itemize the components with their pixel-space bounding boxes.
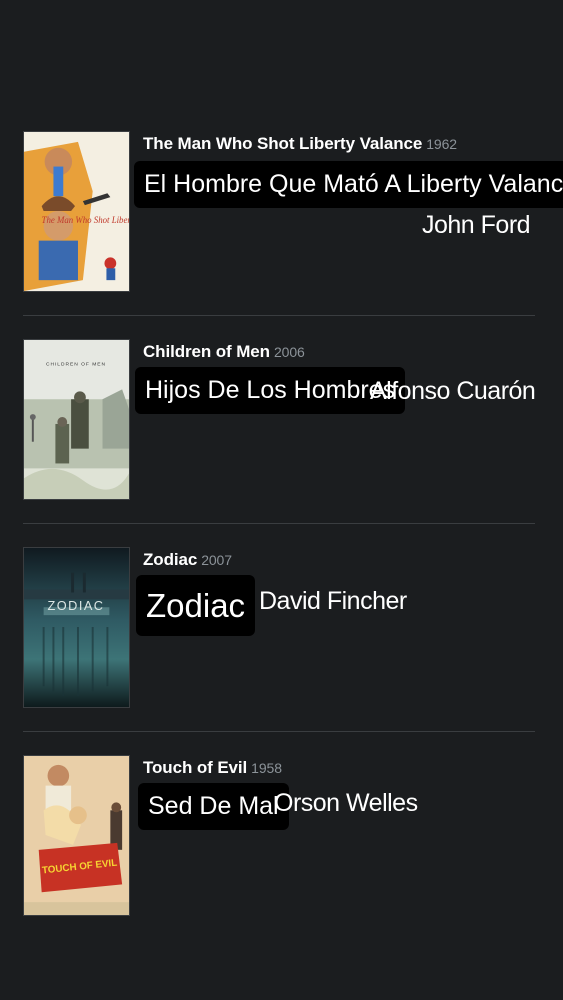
spanish-title-tag: Sed De Mal: [138, 783, 289, 830]
spanish-title-tag: Zodiac: [136, 575, 256, 636]
film-title: Zodiac 2007: [143, 550, 232, 570]
director-name: Alfonso Cuarón: [370, 377, 536, 405]
divider: [23, 315, 535, 316]
film-english-title: Zodiac: [143, 550, 198, 569]
poster-title-text: The Man Who Shot Liberty Valance: [42, 215, 129, 225]
poster-title-text: CHILDREN OF MEN: [46, 362, 106, 368]
poster-zodiac[interactable]: ZODIAC: [23, 547, 130, 708]
poster-art: TOUCH OF EVIL: [24, 756, 129, 915]
film-english-title: Touch of Evil: [143, 758, 248, 777]
poster-art: The Man Who Shot Liberty Valance: [24, 132, 129, 291]
poster-art: ZODIAC: [24, 548, 129, 707]
poster-title-text: ZODIAC: [48, 598, 105, 613]
divider: [23, 731, 535, 732]
poster-art: CHILDREN OF MEN: [24, 340, 129, 499]
poster-children-of-men[interactable]: CHILDREN OF MEN: [23, 339, 130, 500]
film-item[interactable]: ZODIAC Zodiac 2007 Zodiac David Fincher: [0, 547, 563, 755]
film-title: Touch of Evil 1958: [143, 758, 282, 778]
film-year: 1958: [251, 760, 282, 776]
spanish-title-tag: El Hombre Que Mató A Liberty Valance: [134, 161, 563, 208]
film-year: 2007: [201, 552, 232, 568]
director-name: John Ford: [422, 211, 531, 239]
film-item[interactable]: TOUCH OF EVIL Touch of Evil 1958 Sed De M…: [0, 755, 563, 963]
spanish-title-tag: Hijos De Los Hombres: [135, 367, 406, 414]
poster-liberty-valance[interactable]: The Man Who Shot Liberty Valance: [23, 131, 130, 292]
film-english-title: The Man Who Shot Liberty Valance: [143, 134, 423, 153]
film-title: Children of Men 2006: [143, 342, 305, 362]
film-item[interactable]: CHILDREN OF MEN Children of Men 2006 Hijo…: [0, 339, 563, 547]
film-item[interactable]: The Man Who Shot Liberty Valance The Man…: [0, 131, 563, 339]
film-english-title: Children of Men: [143, 342, 270, 361]
divider: [23, 523, 535, 524]
film-year: 1962: [426, 136, 457, 152]
poster-touch-of-evil[interactable]: TOUCH OF EVIL: [23, 755, 130, 916]
film-title: The Man Who Shot Liberty Valance 1962: [143, 134, 457, 154]
director-name: Orson Welles: [274, 789, 418, 817]
director-name: David Fincher: [259, 587, 407, 615]
film-year: 2006: [273, 344, 305, 360]
